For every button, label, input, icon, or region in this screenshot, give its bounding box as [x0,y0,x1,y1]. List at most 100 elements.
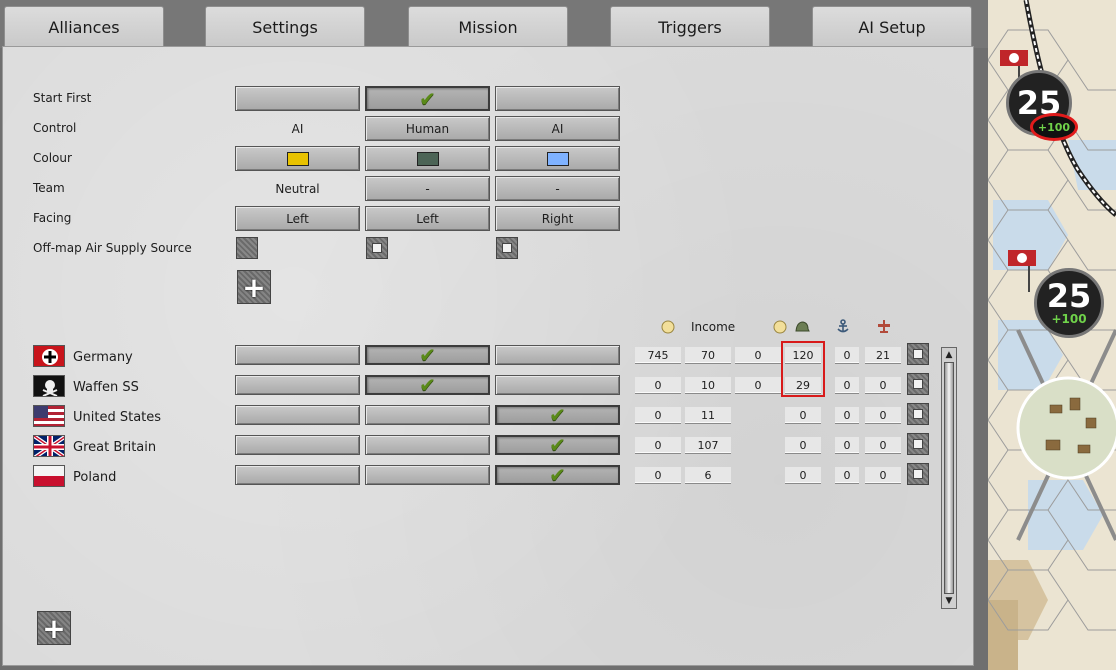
nation-value-cell[interactable]: 0 [835,467,859,484]
air-supply-player1-checkbox[interactable] [236,237,258,259]
team-player3-button[interactable]: - [495,176,620,201]
tab-mission[interactable]: Mission [408,6,568,47]
side-assign-button[interactable] [235,405,360,425]
nation-name-united-states: United States [73,410,162,425]
helmet-icon [795,321,810,332]
nation-value-cell[interactable]: 0 [865,407,901,424]
start-first-label: Start First [33,91,92,105]
air-supply-player2-checkbox[interactable] [366,237,388,259]
nation-value-cell[interactable]: 0 [635,407,681,424]
nation-value-cell[interactable]: 0 [865,377,901,394]
air-supply-player3-checkbox[interactable] [496,237,518,259]
nation-value-cell[interactable]: 0 [735,377,781,394]
side-assign-button[interactable] [235,465,360,485]
tab-ai-setup[interactable]: AI Setup [812,6,972,47]
nations-scrollbar[interactable]: ▲ ▼ [941,347,957,609]
united-states-flag-icon [33,405,65,427]
nation-value-cell[interactable]: 0 [835,377,859,394]
start-first-player3-button[interactable] [495,86,620,111]
colour-player2-button[interactable] [365,146,490,171]
scroll-up-icon[interactable]: ▲ [943,349,955,361]
nation-united-states-checkbox[interactable] [907,403,929,425]
air-supply-label: Off-map Air Supply Source [33,241,192,255]
colour-swatch-3 [546,151,569,166]
colour-player3-button[interactable] [495,146,620,171]
colour-swatch-2 [416,151,439,166]
unit-bonus-highlight: +100 [1030,113,1078,141]
nation-value-cell[interactable]: 0 [835,407,859,424]
tab-settings-2[interactable]: Settings [205,6,365,47]
nation-value-cell[interactable]: 0 [865,437,901,454]
side-assign-button[interactable] [495,345,620,365]
side-assign-button[interactable]: ✔ [495,405,620,425]
nation-value-cell[interactable]: 11 [685,407,731,424]
nation-value-cell[interactable]: 0 [785,407,821,424]
waffen-ss-flag-icon [33,375,65,397]
start-first-player2-button[interactable]: ✔ [365,86,490,111]
control-player3-button[interactable]: AI [495,116,620,141]
nation-value-cell[interactable]: 6 [685,467,731,484]
nation-value-cell[interactable]: 10 [685,377,731,394]
nation-value-cell[interactable]: 0 [785,437,821,454]
nation-value-cell[interactable]: 0 [635,467,681,484]
side-assign-button[interactable]: ✔ [495,435,620,455]
side-assign-button[interactable] [235,375,360,395]
side-assign-button[interactable]: ✔ [495,465,620,485]
nation-value-cell[interactable]: 0 [785,467,821,484]
coin-icon [661,320,675,334]
side-assign-button[interactable] [365,405,490,425]
nation-value-cell[interactable]: 0 [835,347,859,364]
nation-value-cell[interactable]: 0 [735,347,781,364]
colour-player1-button[interactable] [235,146,360,171]
nation-germany-checkbox[interactable] [907,343,929,365]
facing-player1-button[interactable]: Left [235,206,360,231]
map-view[interactable]: 25 +100 25 +100 [988,0,1116,670]
nation-value-cell[interactable]: 70 [685,347,731,364]
add-player-button[interactable]: + [237,270,271,304]
control-player2-button[interactable]: Human [365,116,490,141]
nation-name-poland: Poland [73,470,117,485]
nation-value-cell[interactable]: 0 [835,437,859,454]
team-player2-button[interactable]: - [365,176,490,201]
unit-strength-badge-2[interactable]: 25 +100 [1034,268,1104,338]
nation-name-great-britain: Great Britain [73,440,157,455]
side-assign-button[interactable] [495,375,620,395]
add-nation-button[interactable]: + [37,611,71,645]
nation-value-cell[interactable]: 0 [635,377,681,394]
check-icon: ✔ [549,433,566,457]
facing-player3-button[interactable]: Right [495,206,620,231]
nation-value-cell[interactable]: 745 [635,347,681,364]
nation-name-germany: Germany [73,350,133,365]
team-label: Team [33,181,65,195]
nation-great-britain-checkbox[interactable] [907,433,929,455]
nation-value-cell[interactable]: 21 [865,347,901,364]
facing-label: Facing [33,211,72,225]
check-icon: ✔ [549,403,566,427]
side-assign-button[interactable]: ✔ [365,345,490,365]
scrollbar-thumb[interactable] [944,362,954,594]
check-icon: ✔ [419,86,436,111]
plane-icon [878,320,890,333]
plus-icon: + [242,270,266,304]
nation-value-cell[interactable]: 0 [865,467,901,484]
side-assign-button[interactable] [235,345,360,365]
facing-player2-button[interactable]: Left [365,206,490,231]
side-assign-button[interactable] [365,435,490,455]
nation-poland-checkbox[interactable] [907,463,929,485]
side-assign-button[interactable] [235,435,360,455]
side-assign-button[interactable] [365,465,490,485]
check-icon: ✔ [419,343,436,367]
nation-value-cell[interactable]: 107 [685,437,731,454]
start-first-player1-button[interactable] [235,86,360,111]
great-britain-flag-icon [33,435,65,457]
nation-waffen-ss-checkbox[interactable] [907,373,929,395]
nation-name-waffen-ss: Waffen SS [73,380,139,395]
scroll-down-icon[interactable]: ▼ [943,595,955,607]
nation-value-cell[interactable]: 0 [635,437,681,454]
check-icon: ✔ [549,463,566,487]
control-label: Control [33,121,77,135]
anchor-icon [837,319,849,333]
tab-triggers[interactable]: Triggers [610,6,770,47]
side-assign-button[interactable]: ✔ [365,375,490,395]
tab-settings[interactable]: Alliances [4,6,164,47]
